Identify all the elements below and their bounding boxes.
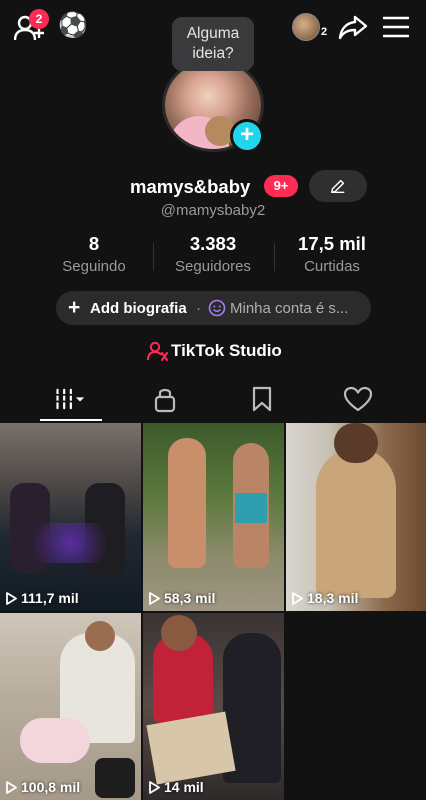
play-icon (6, 781, 17, 794)
active-tab-indicator (40, 419, 102, 421)
play-icon (6, 592, 17, 605)
thumb-head (85, 621, 115, 651)
video-views: 111,7 mil (6, 590, 79, 606)
play-icon (149, 592, 160, 605)
video-views: 58,3 mil (149, 590, 215, 606)
thumb-head (161, 615, 197, 651)
video-views-count: 18,3 mil (307, 590, 359, 606)
ideas-tooltip[interactable]: Alguma ideia? (172, 17, 254, 71)
studio-icon (147, 341, 168, 361)
stat-following-value: 8 (88, 233, 100, 254)
video-views-count: 14 mil (164, 779, 204, 795)
video-thumbnail[interactable]: 111,7 mil (0, 423, 141, 611)
stat-followers[interactable]: 3.383 Seguidores (158, 233, 268, 275)
tooltip-line-2: ideia? (192, 45, 234, 62)
accounts-count: 2 (321, 26, 328, 38)
stat-following[interactable]: 8 Seguindo (39, 233, 149, 275)
tooltip-line-1: Alguma (186, 25, 240, 42)
stat-likes-label: Curtidas (304, 258, 360, 275)
notifications-badge[interactable]: 9+ (264, 175, 298, 197)
stat-likes-value: 17,5 mil (298, 233, 366, 254)
heart-icon[interactable] (343, 385, 373, 413)
video-views: 100,8 mil (6, 779, 80, 795)
account-switcher-avatar[interactable] (292, 13, 320, 41)
share-icon[interactable] (338, 12, 368, 42)
profile-handle: @mamysbaby2 (160, 202, 266, 219)
video-views-count: 100,8 mil (21, 779, 81, 795)
play-icon (292, 592, 303, 605)
add-bio-button[interactable]: Add biografia (90, 300, 187, 317)
edit-profile-button[interactable] (309, 170, 367, 202)
stat-divider (153, 243, 154, 271)
plus-icon: + (68, 296, 81, 319)
smiley-icon (208, 299, 226, 317)
profile-username: mamys&baby (130, 176, 251, 197)
thumb-stage-lights (20, 523, 120, 563)
menu-icon[interactable] (383, 15, 409, 39)
thumb-bag (95, 758, 135, 798)
play-icon (149, 781, 160, 794)
thumb-baby (20, 718, 90, 763)
thumb-head (334, 423, 378, 463)
video-views-count: 58,3 mil (164, 590, 216, 606)
stat-followers-value: 3.383 (189, 233, 237, 254)
stat-likes[interactable]: 17,5 mil Curtidas (277, 233, 387, 275)
thumb-shorts (235, 493, 267, 523)
stat-following-label: Seguindo (62, 258, 126, 275)
bookmark-icon[interactable] (247, 385, 277, 413)
video-views: 18,3 mil (292, 590, 358, 606)
stat-followers-label: Seguidores (175, 258, 251, 275)
add-story-button[interactable]: + (230, 119, 264, 153)
account-privacy-link[interactable]: Minha conta é s... (230, 300, 348, 317)
tiktok-studio-link[interactable]: TikTok Studio (171, 341, 282, 361)
video-views-count: 111,7 mil (21, 590, 79, 606)
soccer-ball-icon[interactable]: ⚽ (58, 12, 88, 40)
video-thumbnail[interactable]: 58,3 mil (143, 423, 284, 611)
lock-icon[interactable] (150, 385, 180, 413)
thumb-figure (316, 448, 396, 598)
stat-divider (274, 243, 275, 271)
video-views: 14 mil (149, 779, 204, 795)
videos-grid-icon[interactable] (55, 385, 85, 413)
pencil-icon (330, 179, 345, 194)
video-thumbnail[interactable]: 100,8 mil (0, 613, 141, 800)
video-thumbnail[interactable]: 14 mil (143, 613, 284, 800)
thumb-figure (168, 438, 206, 568)
bio-separator: · (196, 300, 201, 317)
video-thumbnail[interactable]: 18,3 mil (286, 423, 426, 611)
friend-requests-badge: 2 (29, 9, 49, 29)
